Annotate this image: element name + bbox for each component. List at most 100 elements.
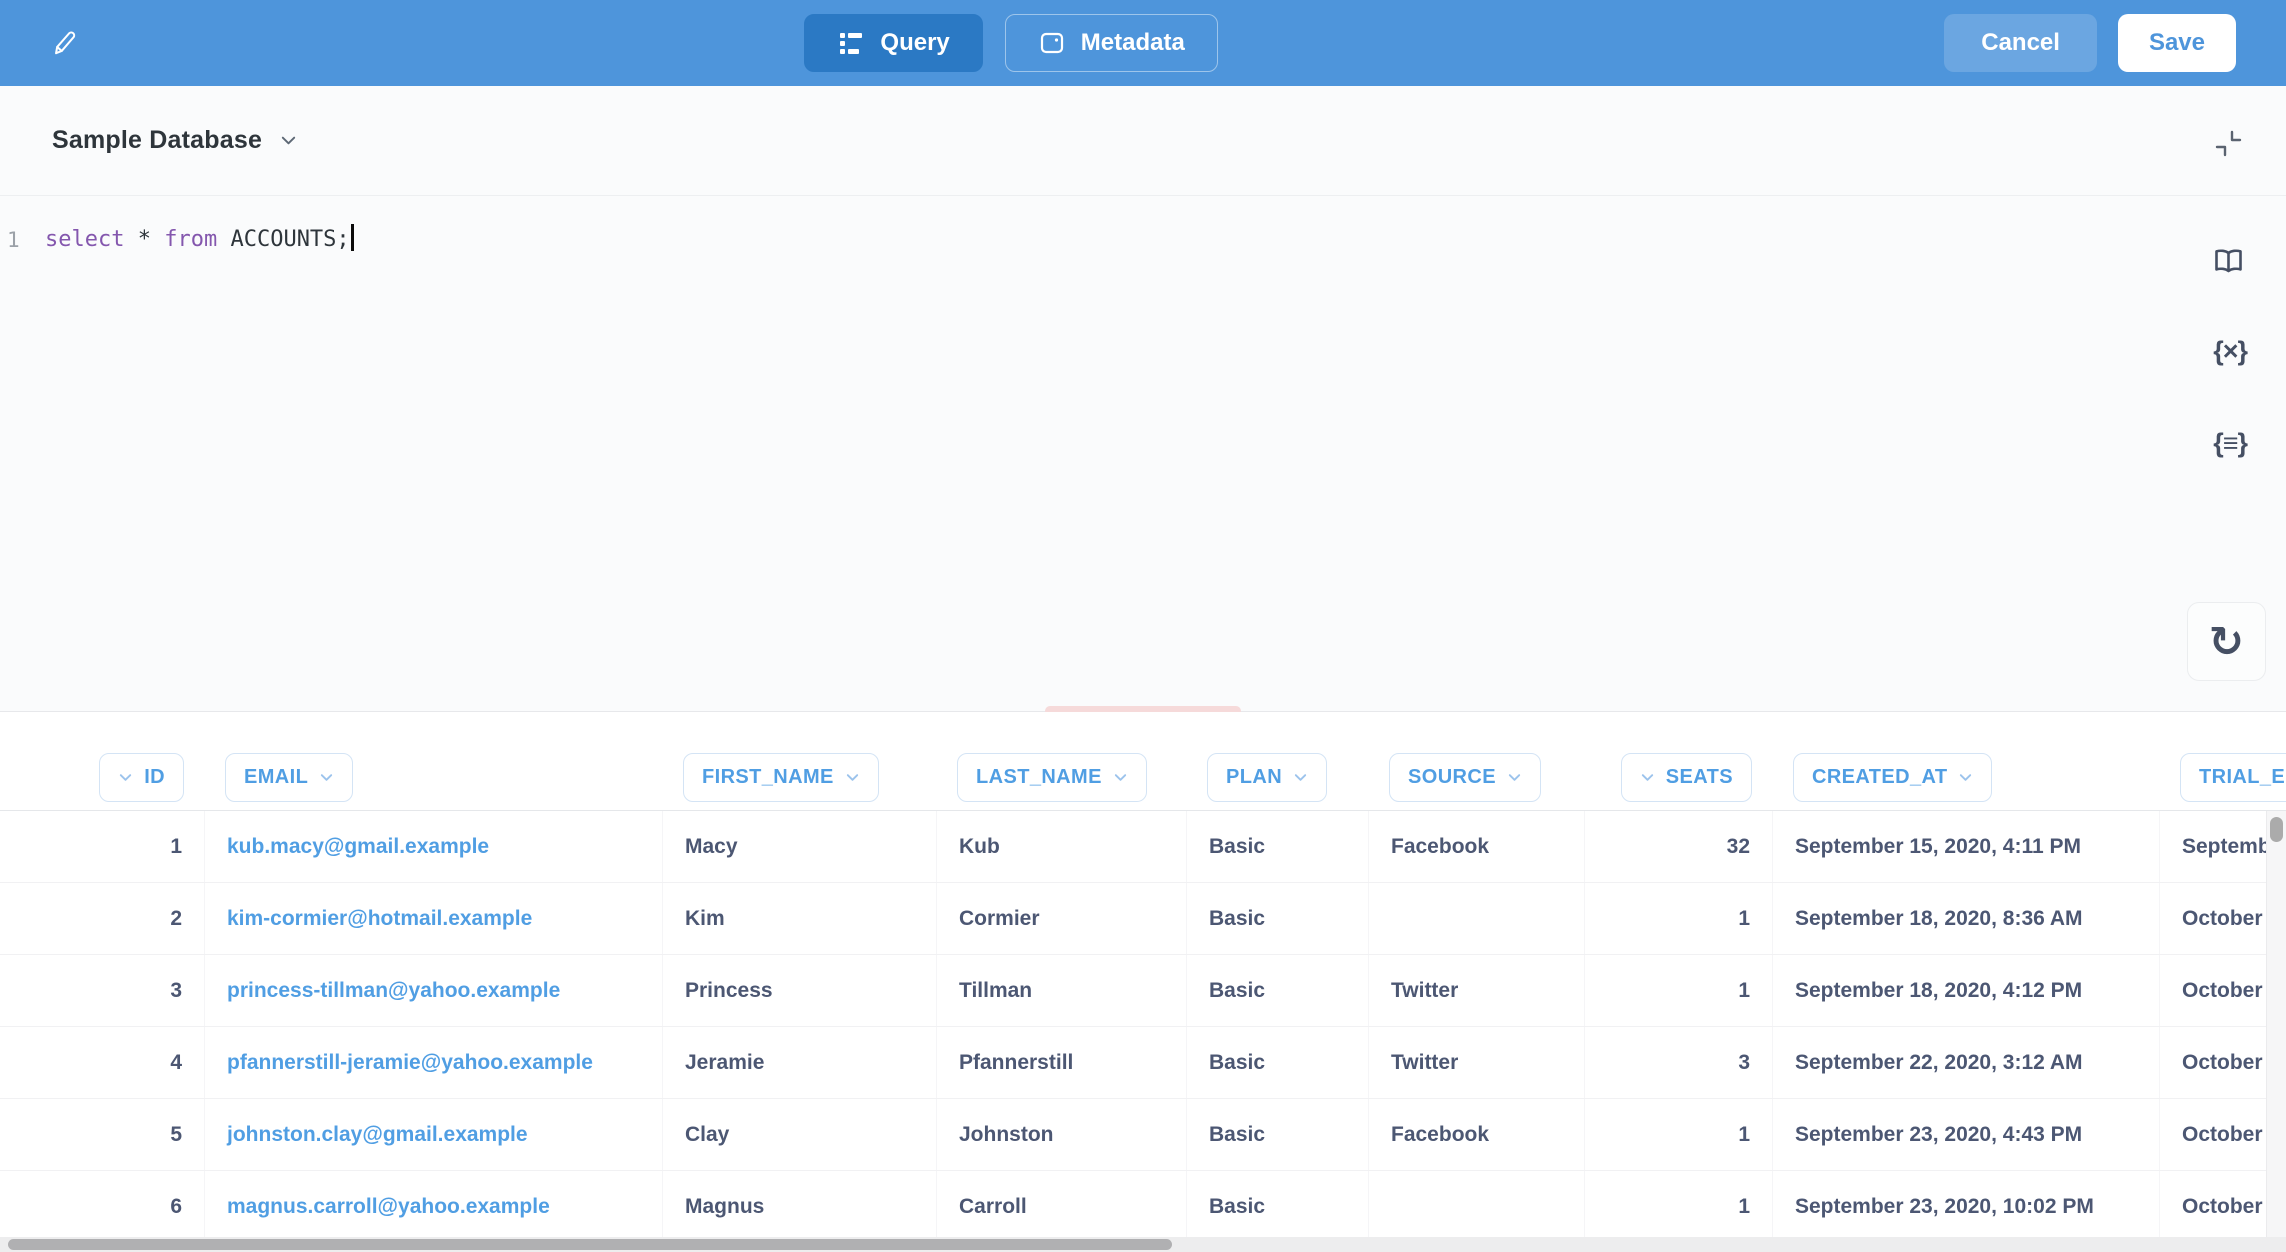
list-icon xyxy=(837,29,865,57)
save-button[interactable]: Save xyxy=(2118,14,2236,72)
cell-seats[interactable]: 1 xyxy=(1585,1171,1773,1242)
cell-plan[interactable]: Basic xyxy=(1187,1171,1369,1242)
column-header-created_at[interactable]: CREATED_AT xyxy=(1793,753,1992,802)
tab-query[interactable]: Query xyxy=(804,14,982,72)
cell-last_name[interactable]: Pfannerstill xyxy=(937,1027,1187,1098)
cell-email[interactable]: princess-tillman@yahoo.example xyxy=(205,955,663,1026)
table-header-cell: CREATED_AT xyxy=(1773,753,2160,802)
sql-code-area[interactable]: 1 select * from ACCOUNTS; xyxy=(0,196,2286,257)
cell-first_name[interactable]: Princess xyxy=(663,955,937,1026)
variables-icon[interactable]: {×} xyxy=(2213,336,2247,367)
model-query-editor: Query Metadata Cancel Save Sample Databa… xyxy=(0,0,2286,1252)
refresh-icon: ↻ xyxy=(2209,621,2244,663)
table-row: 5johnston.clay@gmail.exampleClayJohnston… xyxy=(0,1099,2286,1171)
cell-created_at[interactable]: September 18, 2020, 4:12 PM xyxy=(1773,955,2160,1026)
cell-email[interactable]: johnston.clay@gmail.example xyxy=(205,1099,663,1170)
tab-metadata[interactable]: Metadata xyxy=(1005,14,1218,72)
cell-last_name[interactable]: Cormier xyxy=(937,883,1187,954)
editor-tabs: Query Metadata xyxy=(78,14,1944,72)
cell-plan[interactable]: Basic xyxy=(1187,811,1369,882)
cell-source[interactable]: Twitter xyxy=(1369,955,1585,1026)
table-body: 1kub.macy@gmail.exampleMacyKubBasicFaceb… xyxy=(0,811,2286,1243)
chevron-down-icon xyxy=(118,770,133,785)
column-header-seats[interactable]: SEATS xyxy=(1621,753,1752,802)
table-header-cell: TRIAL_EN xyxy=(2160,753,2286,802)
cell-email[interactable]: pfannerstill-jeramie@yahoo.example xyxy=(205,1027,663,1098)
cell-plan[interactable]: Basic xyxy=(1187,883,1369,954)
cell-seats[interactable]: 32 xyxy=(1585,811,1773,882)
edit-pencil-icon xyxy=(50,26,78,60)
table-header-cell: SOURCE xyxy=(1369,753,1585,802)
results-table: ID EMAIL FIRST_NAME LAST_NAME PLAN SOURCE SEAT… xyxy=(0,712,2286,1252)
column-label: SOURCE xyxy=(1408,766,1496,789)
horizontal-scrollbar[interactable] xyxy=(0,1237,2286,1252)
line-number: 1 xyxy=(0,223,45,257)
vertical-scrollbar[interactable] xyxy=(2266,811,2286,1237)
tab-query-label: Query xyxy=(880,29,949,57)
cell-email[interactable]: magnus.carroll@yahoo.example xyxy=(205,1171,663,1242)
cell-first_name[interactable]: Jeramie xyxy=(663,1027,937,1098)
cell-source[interactable] xyxy=(1369,1171,1585,1242)
cell-created_at[interactable]: September 15, 2020, 4:11 PM xyxy=(1773,811,2160,882)
vertical-scrollbar-thumb[interactable] xyxy=(2270,817,2283,842)
cell-first_name[interactable]: Kim xyxy=(663,883,937,954)
chevron-down-icon xyxy=(1507,770,1522,785)
column-header-trial_en[interactable]: TRIAL_EN xyxy=(2180,753,2286,802)
cell-seats[interactable]: 1 xyxy=(1585,955,1773,1026)
cell-id[interactable]: 2 xyxy=(60,883,205,954)
topbar-actions: Cancel Save xyxy=(1944,14,2236,72)
cell-first_name[interactable]: Magnus xyxy=(663,1171,937,1242)
cancel-button[interactable]: Cancel xyxy=(1944,14,2097,72)
table-row: 1kub.macy@gmail.exampleMacyKubBasicFaceb… xyxy=(0,811,2286,883)
table-header-cell: ID xyxy=(60,753,205,802)
column-header-id[interactable]: ID xyxy=(99,753,184,802)
cell-source[interactable]: Facebook xyxy=(1369,1099,1585,1170)
cell-email[interactable]: kim-cormier@hotmail.example xyxy=(205,883,663,954)
cell-created_at[interactable]: September 23, 2020, 10:02 PM xyxy=(1773,1171,2160,1242)
cell-seats[interactable]: 3 xyxy=(1585,1027,1773,1098)
column-header-last_name[interactable]: LAST_NAME xyxy=(957,753,1147,802)
cell-seats[interactable]: 1 xyxy=(1585,1099,1773,1170)
cell-last_name[interactable]: Kub xyxy=(937,811,1187,882)
chevron-down-icon xyxy=(1293,770,1308,785)
data-reference-book-icon[interactable] xyxy=(2212,246,2245,276)
cell-source[interactable]: Twitter xyxy=(1369,1027,1585,1098)
cell-source[interactable] xyxy=(1369,883,1585,954)
column-header-plan[interactable]: PLAN xyxy=(1207,753,1327,802)
cell-id[interactable]: 3 xyxy=(60,955,205,1026)
column-header-source[interactable]: SOURCE xyxy=(1389,753,1541,802)
snippets-icon[interactable]: {≡} xyxy=(2213,428,2247,459)
cell-first_name[interactable]: Macy xyxy=(663,811,937,882)
database-selector[interactable]: Sample Database xyxy=(52,126,298,155)
cell-created_at[interactable]: September 18, 2020, 8:36 AM xyxy=(1773,883,2160,954)
cell-email[interactable]: kub.macy@gmail.example xyxy=(205,811,663,882)
cell-source[interactable]: Facebook xyxy=(1369,811,1585,882)
cell-plan[interactable]: Basic xyxy=(1187,955,1369,1026)
chevron-down-icon xyxy=(845,770,860,785)
column-header-first_name[interactable]: FIRST_NAME xyxy=(683,753,879,802)
cell-last_name[interactable]: Tillman xyxy=(937,955,1187,1026)
horizontal-scrollbar-thumb[interactable] xyxy=(8,1239,1172,1250)
cell-id[interactable]: 4 xyxy=(60,1027,205,1098)
cell-id[interactable]: 1 xyxy=(60,811,205,882)
table-row: 6magnus.carroll@yahoo.exampleMagnusCarro… xyxy=(0,1171,2286,1243)
cell-created_at[interactable]: September 22, 2020, 3:12 AM xyxy=(1773,1027,2160,1098)
column-header-email[interactable]: EMAIL xyxy=(225,753,353,802)
table-header-row: ID EMAIL FIRST_NAME LAST_NAME PLAN SOURCE SEAT… xyxy=(0,744,2286,811)
table-row: 3princess-tillman@yahoo.examplePrincessT… xyxy=(0,955,2286,1027)
cell-plan[interactable]: Basic xyxy=(1187,1099,1369,1170)
cell-created_at[interactable]: September 23, 2020, 4:43 PM xyxy=(1773,1099,2160,1170)
cell-seats[interactable]: 1 xyxy=(1585,883,1773,954)
cell-id[interactable]: 6 xyxy=(60,1171,205,1242)
cell-last_name[interactable]: Johnston xyxy=(937,1099,1187,1170)
collapse-editor-icon[interactable] xyxy=(2215,130,2242,157)
cell-last_name[interactable]: Carroll xyxy=(937,1171,1187,1242)
sql-code-line: select * from ACCOUNTS; xyxy=(45,223,354,257)
cell-id[interactable]: 5 xyxy=(60,1099,205,1170)
cell-plan[interactable]: Basic xyxy=(1187,1027,1369,1098)
column-label: PLAN xyxy=(1226,766,1282,789)
run-query-button[interactable]: ↻ xyxy=(2187,602,2266,681)
cell-first_name[interactable]: Clay xyxy=(663,1099,937,1170)
sql-keyword: select xyxy=(45,227,124,252)
table-row: 2kim-cormier@hotmail.exampleKimCormierBa… xyxy=(0,883,2286,955)
